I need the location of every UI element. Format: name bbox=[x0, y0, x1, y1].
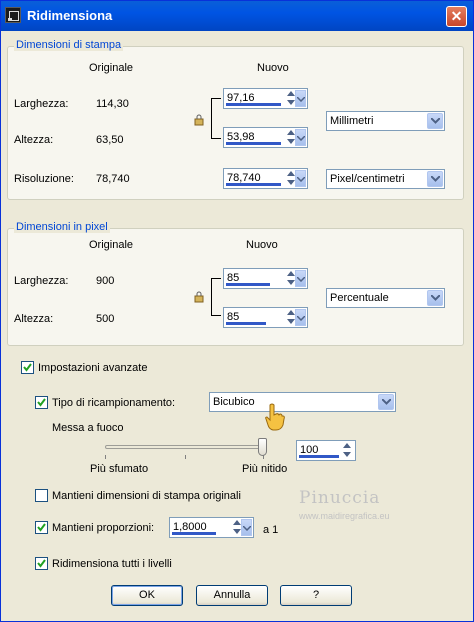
slider-min-label: Più sfumato bbox=[90, 463, 149, 475]
pixel-link-bracket bbox=[211, 278, 221, 316]
resample-value: Bicubico bbox=[213, 396, 255, 408]
sharpen-label: Messa a fuoco bbox=[52, 422, 124, 434]
hand-cursor-icon bbox=[265, 403, 285, 431]
print-group-label: Dimensioni di stampa bbox=[14, 39, 124, 51]
sharpen-bar bbox=[299, 455, 339, 458]
pixel-width-label: Larghezza: bbox=[14, 275, 69, 287]
slider-tick bbox=[185, 455, 186, 459]
slider-tick bbox=[105, 455, 106, 459]
pixel-width-input[interactable]: 85 bbox=[223, 268, 308, 289]
resolution-original: 78,740 bbox=[96, 173, 130, 185]
cancel-button[interactable]: Annulla bbox=[196, 585, 268, 606]
pixel-group-label: Dimensioni in pixel bbox=[14, 221, 110, 233]
lock-icon[interactable] bbox=[194, 114, 204, 126]
pixel-width-original: 900 bbox=[96, 275, 115, 287]
chevron-down-icon[interactable] bbox=[295, 129, 306, 146]
spin-updown-icon[interactable] bbox=[342, 442, 352, 459]
pixel-width-bar bbox=[226, 283, 270, 286]
ok-button[interactable]: OK bbox=[111, 585, 183, 606]
chevron-down-icon[interactable] bbox=[241, 519, 252, 536]
resize-all-layers-label[interactable]: Ridimensiona tutti i livelli bbox=[52, 558, 172, 570]
sharpen-slider-thumb[interactable] bbox=[258, 438, 267, 456]
chevron-down-icon[interactable] bbox=[427, 171, 443, 187]
resize-dialog: Ridimensiona ✕ Dimensioni di stampa Orig… bbox=[0, 0, 474, 622]
slider-max-label: Più nitido bbox=[242, 463, 288, 475]
print-width-original: 114,30 bbox=[96, 98, 129, 110]
watermark-name: Pinuccia bbox=[299, 488, 381, 508]
pixel-col-new: Nuovo bbox=[246, 239, 278, 251]
print-height-input[interactable]: 53,98 bbox=[223, 127, 308, 148]
print-width-label: Larghezza: bbox=[14, 98, 69, 110]
ratio-input[interactable]: 1,8000 bbox=[169, 517, 254, 538]
print-col-original: Originale bbox=[89, 62, 134, 74]
print-units-value: Millimetri bbox=[330, 115, 374, 127]
pixel-height-bar bbox=[226, 322, 266, 325]
advanced-settings-checkbox[interactable] bbox=[21, 361, 34, 374]
resolution-label: Risoluzione: bbox=[14, 173, 74, 185]
resolution-input[interactable]: 78,740 bbox=[223, 168, 308, 189]
print-width-bar bbox=[226, 103, 281, 106]
resolution-units-select[interactable]: Pixel/centimetri bbox=[326, 169, 445, 189]
sharpen-slider-track[interactable] bbox=[105, 445, 266, 449]
window-title: Ridimensiona bbox=[27, 8, 113, 23]
resample-checkbox[interactable] bbox=[35, 396, 48, 409]
print-col-new: Nuovo bbox=[257, 62, 289, 74]
lock-icon[interactable] bbox=[194, 291, 204, 303]
keep-print-size-label[interactable]: Mantieni dimensioni di stampa originali bbox=[52, 490, 241, 502]
chevron-down-icon[interactable] bbox=[295, 309, 306, 326]
watermark-url: www.maidiregrafica.eu bbox=[299, 511, 390, 521]
chevron-down-icon[interactable] bbox=[378, 394, 394, 410]
resample-label[interactable]: Tipo di ricampionamento: bbox=[52, 397, 175, 409]
keep-ratio-checkbox[interactable] bbox=[35, 521, 48, 534]
print-link-bracket bbox=[211, 98, 221, 139]
chevron-down-icon[interactable] bbox=[427, 290, 443, 306]
pixel-height-label: Altezza: bbox=[14, 313, 54, 325]
chevron-down-icon[interactable] bbox=[427, 113, 443, 129]
close-button[interactable]: ✕ bbox=[446, 6, 467, 27]
title-bar[interactable]: Ridimensiona ✕ bbox=[1, 1, 473, 31]
print-width-input[interactable]: 97,16 bbox=[223, 88, 308, 109]
resample-select[interactable]: Bicubico bbox=[209, 392, 396, 412]
print-height-original: 63,50 bbox=[96, 134, 124, 146]
ratio-bar bbox=[172, 532, 216, 535]
sharpen-input[interactable]: 100 bbox=[296, 440, 356, 461]
pixel-units-select[interactable]: Percentuale bbox=[326, 288, 445, 308]
print-height-bar bbox=[226, 142, 281, 145]
print-units-select[interactable]: Millimetri bbox=[326, 111, 445, 131]
resolution-units-value: Pixel/centimetri bbox=[330, 173, 405, 185]
advanced-settings-label[interactable]: Impostazioni avanzate bbox=[38, 362, 147, 374]
help-button[interactable]: ? bbox=[280, 585, 352, 606]
chevron-down-icon[interactable] bbox=[295, 170, 306, 187]
chevron-down-icon[interactable] bbox=[295, 90, 306, 107]
pixel-units-value: Percentuale bbox=[330, 292, 389, 304]
resolution-bar bbox=[226, 183, 281, 186]
print-height-label: Altezza: bbox=[14, 134, 54, 146]
resize-all-layers-checkbox[interactable] bbox=[35, 557, 48, 570]
keep-ratio-label[interactable]: Mantieni proporzioni: bbox=[52, 522, 154, 534]
keep-print-size-checkbox[interactable] bbox=[35, 489, 48, 502]
pixel-height-original: 500 bbox=[96, 313, 115, 325]
chevron-down-icon[interactable] bbox=[295, 270, 306, 287]
pixel-height-input[interactable]: 85 bbox=[223, 307, 308, 328]
app-icon bbox=[5, 7, 21, 23]
ratio-suffix: a 1 bbox=[263, 524, 279, 536]
pixel-col-original: Originale bbox=[89, 239, 134, 251]
